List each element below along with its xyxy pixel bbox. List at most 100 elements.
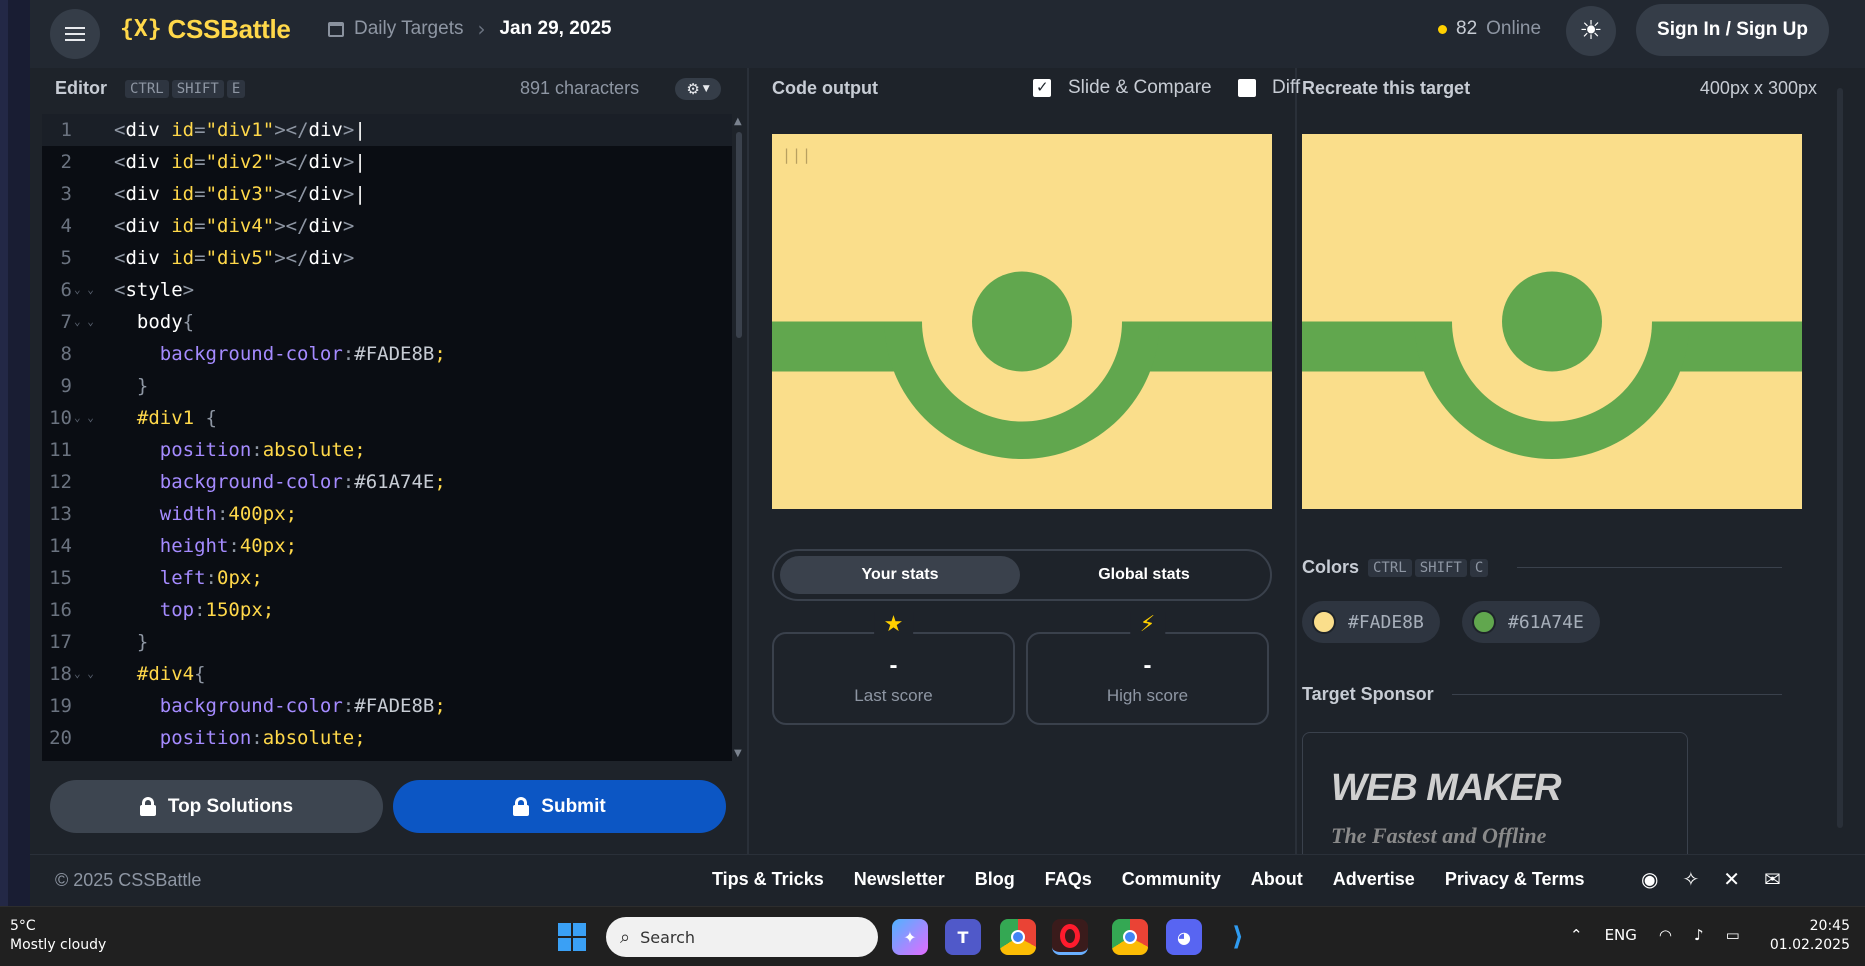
code-line[interactable]: 11 position:absolute; [42,434,732,466]
language-indicator[interactable]: ENG [1605,926,1637,944]
code-line[interactable]: 19 background-color:#FADE8B; [42,690,732,722]
breadcrumb-date: Jan 29, 2025 [499,18,612,39]
teams-icon[interactable]: T [945,919,981,955]
code-text: #div4{ [136,663,206,685]
mail-icon[interactable]: ✉ [1764,867,1781,891]
wifi-icon[interactable]: ◠ [1659,926,1672,944]
fold-icon[interactable]: ⌄ ⌄ [74,658,94,690]
breadcrumb-daily-targets[interactable]: Daily Targets [354,18,463,40]
volume-icon[interactable]: ♪ [1694,926,1704,944]
theme-toggle-button[interactable]: ☀ [1566,6,1616,56]
sign-in-button[interactable]: Sign In / Sign Up [1636,4,1829,56]
start-button-icon[interactable] [558,923,586,951]
logo-text: CSSBattle [167,13,291,44]
footer-link-privacy[interactable]: Privacy & Terms [1445,869,1585,890]
chevron-up-icon[interactable]: ⌃ [1570,926,1583,944]
scroll-down-icon[interactable]: ▼ [734,748,742,759]
diff-checkbox[interactable] [1238,79,1256,97]
code-line[interactable]: 3 <div id="div3"></div>| [42,178,732,210]
chevron-right-icon: › [477,17,486,41]
code-text: <div id="div3"></div>| [114,183,366,205]
copilot-icon[interactable]: ✦ [892,919,928,955]
code-line[interactable]: 18 ⌄ ⌄ #div4{ [42,658,732,690]
fold-icon[interactable]: ⌄ ⌄ [74,402,94,434]
diff-label[interactable]: Diff [1272,77,1300,99]
clock[interactable]: 20:45 01.02.2025 [1768,917,1850,955]
code-editor[interactable]: 1 <div id="div1"></div>| 2 <div id="div2"><… [42,114,732,761]
editor-settings-button[interactable]: ⚙ ▼ [675,78,721,100]
code-line[interactable]: 4 <div id="div4"></div> [42,210,732,242]
bluesky-icon[interactable]: ✧ [1682,867,1699,891]
logo[interactable]: {X} CSSBattle [120,14,291,44]
editor-scrollbar[interactable]: ▲ ▼ [732,114,747,761]
code-line[interactable]: 12 background-color:#61A74E; [42,466,732,498]
color-hex: #61A74E [1508,611,1584,633]
footer-link-advertise[interactable]: Advertise [1333,869,1415,890]
chrome-profile-icon[interactable] [1112,919,1148,955]
color-chip[interactable]: #FADE8B [1302,601,1440,643]
online-dot-icon [1438,24,1447,34]
discord-icon[interactable]: ◉ [1641,867,1658,891]
lock-icon [513,797,530,816]
line-number: 13 [49,503,72,525]
battery-icon[interactable]: ▭ [1726,926,1740,944]
line-number: 16 [49,599,72,621]
code-line[interactable]: 8 background-color:#FADE8B; [42,338,732,370]
top-solutions-button[interactable]: Top Solutions [50,780,383,833]
sponsor-logo: WEB MAKER [1331,767,1562,809]
clock-date: 01.02.2025 [1769,937,1850,953]
code-line[interactable]: 7 ⌄ ⌄ body{ [42,306,732,338]
slide-compare-label[interactable]: Slide & Compare [1068,77,1212,99]
colors-divider [1517,567,1782,568]
code-line[interactable]: 2 <div id="div2"></div>| [42,146,732,178]
discord-app-icon[interactable]: ◕ [1166,919,1202,955]
code-line[interactable]: 20 position:absolute; [42,722,732,754]
code-line[interactable]: 9 } [42,370,732,402]
footer-link-blog[interactable]: Blog [975,869,1015,890]
kbd-key: SHIFT [171,80,224,98]
weather-widget[interactable]: 5°C Mostly cloudy [10,917,106,955]
code-line[interactable]: 17 } [42,626,732,658]
menu-button[interactable] [50,9,100,59]
tab-global-stats[interactable]: Global stats [1024,556,1264,594]
submit-button[interactable]: Submit [393,780,726,833]
code-line[interactable]: 10 ⌄ ⌄ #div1 { [42,402,732,434]
output-canvas[interactable]: ||| [772,134,1272,509]
opera-icon[interactable] [1052,919,1088,955]
slide-compare-checkbox[interactable] [1033,78,1051,97]
footer-link-tips[interactable]: Tips & Tricks [712,869,824,890]
code-text: background-color:#61A74E; [159,471,446,493]
footer-link-about[interactable]: About [1251,869,1303,890]
code-line[interactable]: 13 width:400px; [42,498,732,530]
line-number: 15 [49,567,72,589]
x-icon[interactable]: ✕ [1723,867,1740,891]
taskbar-search[interactable]: ⌕ Search [606,917,878,957]
code-line[interactable]: 14 height:40px; [42,530,732,562]
code-line[interactable]: 1 <div id="div1"></div>| [42,114,732,146]
line-number: 20 [49,727,72,749]
color-chip[interactable]: #61A74E [1462,601,1600,643]
footer-link-faqs[interactable]: FAQs [1045,869,1092,890]
kbd-key: C [1469,559,1489,577]
target-image [1302,134,1802,509]
last-score-card: ★ - Last score [772,612,1015,725]
page-scrollbar[interactable] [1832,68,1846,854]
output-circle [972,271,1072,372]
code-line[interactable]: 5 <div id="div5"></div> [42,242,732,274]
editor-scroll-thumb[interactable] [736,132,742,338]
code-line[interactable]: 6 ⌄ ⌄ <style> [42,274,732,306]
vscode-icon[interactable]: ⟩ [1220,919,1256,955]
code-line[interactable]: 15 left:0px; [42,562,732,594]
gear-icon: ⚙ [686,80,700,98]
scroll-up-icon[interactable]: ▲ [734,116,742,127]
sponsor-banner[interactable]: WEB MAKER The Fastest and Offline [1302,732,1688,862]
fold-icon[interactable]: ⌄ ⌄ [74,306,94,338]
target-size: 400px x 300px [1699,78,1817,98]
tab-your-stats[interactable]: Your stats [780,556,1020,594]
fold-icon[interactable]: ⌄ ⌄ [74,274,94,306]
chrome-icon[interactable] [1000,919,1036,955]
code-line[interactable]: 16 top:150px; [42,594,732,626]
page-scroll-thumb[interactable] [1837,88,1843,828]
footer-link-community[interactable]: Community [1122,869,1221,890]
footer-link-newsletter[interactable]: Newsletter [854,869,945,890]
